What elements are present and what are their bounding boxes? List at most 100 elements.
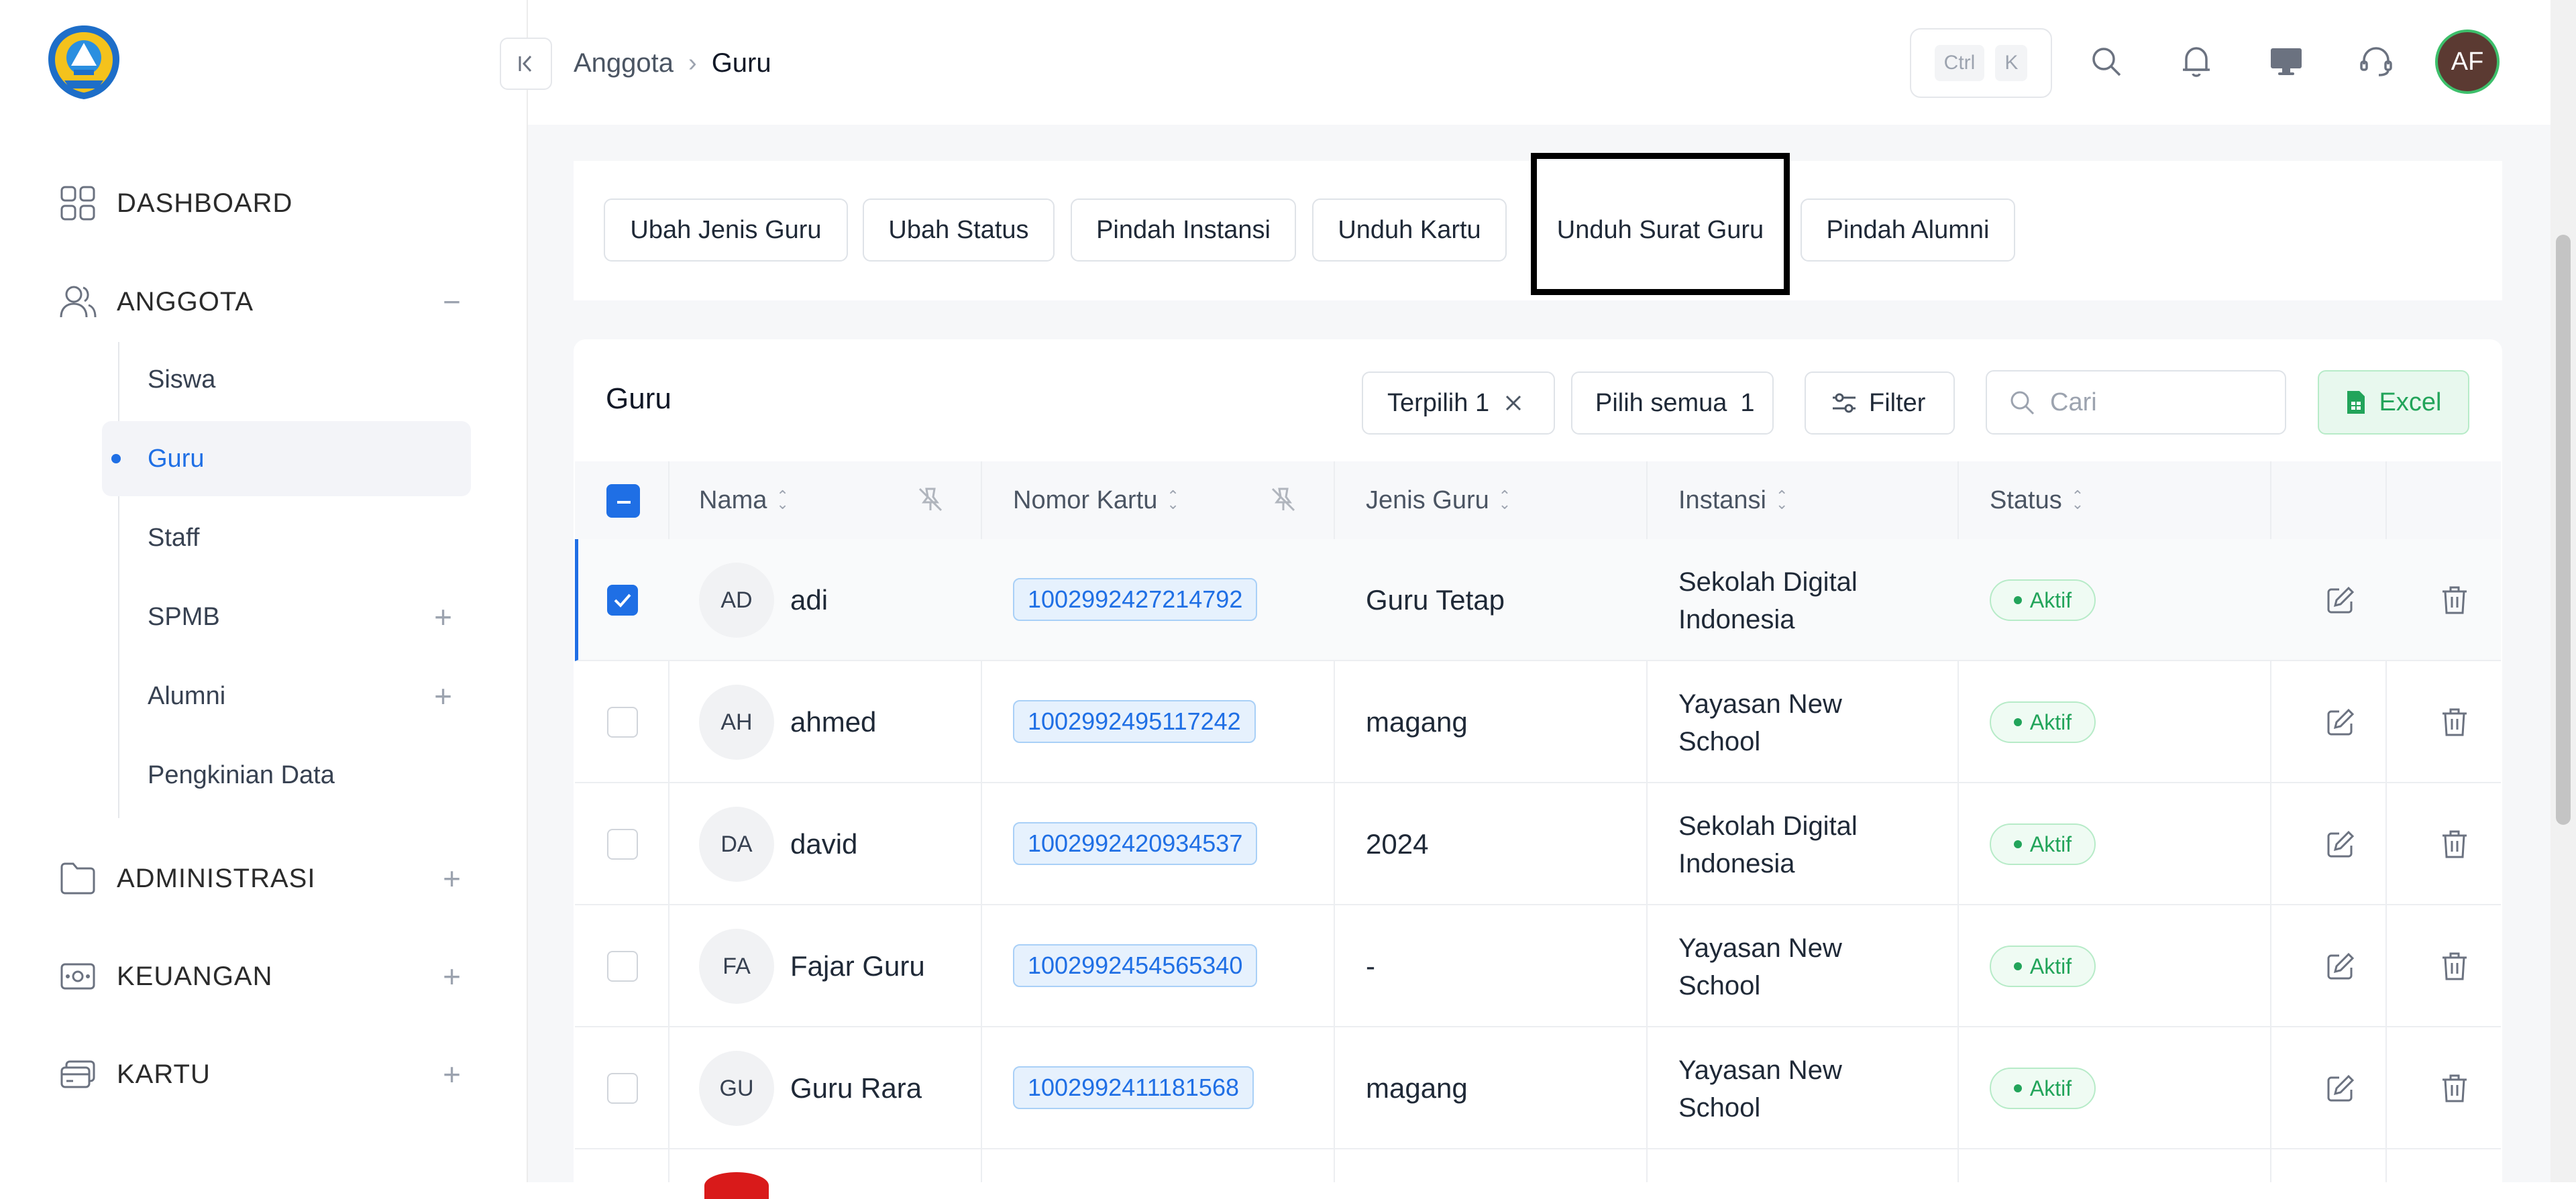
ubah-jenis-guru-button[interactable]: Ubah Jenis Guru	[604, 198, 848, 262]
nav-label: KEUANGAN	[117, 961, 273, 991]
unpin-icon[interactable]	[912, 481, 949, 518]
institution-line: Indonesia	[1678, 849, 1795, 878]
nav-keuangan[interactable]: KEUANGAN +	[59, 950, 462, 1003]
search-icon[interactable]	[2085, 40, 2128, 83]
sidebar-item-spmb[interactable]: SPMB +	[102, 579, 471, 654]
trash-icon[interactable]	[2436, 704, 2473, 740]
institution-line: Yayasan New	[1678, 689, 1842, 719]
active-dot	[111, 454, 121, 463]
teacher-type: magang	[1366, 1072, 1468, 1104]
table-header	[575, 461, 2501, 539]
teacher-type: magang	[1366, 706, 1468, 738]
table-row[interactable]	[575, 539, 2501, 661]
sort-icon[interactable]: ⌃ ⌄	[1776, 489, 1788, 512]
select-all-count: 1	[1740, 388, 1755, 417]
status-dot	[2013, 596, 2022, 604]
card-number[interactable]: 1002992427214792	[1013, 578, 1258, 621]
ubah-status-button[interactable]: Ubah Status	[863, 198, 1055, 262]
table-title: Guru	[606, 382, 672, 415]
sort-icon[interactable]: ⌃ ⌄	[1499, 489, 1511, 512]
institution: Yayasan New School	[1678, 929, 1900, 1005]
sidebar-collapse-button[interactable]	[500, 38, 552, 90]
monitor-icon[interactable]	[2265, 40, 2308, 83]
card-number[interactable]: 1002992420934537	[1013, 822, 1258, 865]
edit-icon[interactable]	[2322, 948, 2359, 984]
table-search-input[interactable]: Cari	[1986, 370, 2286, 435]
nav-label: KARTU	[117, 1059, 211, 1089]
select-all-button[interactable]: Pilih semua 1	[1571, 372, 1774, 435]
search-placeholder: Cari	[2050, 388, 2097, 416]
teacher-type: -	[1366, 950, 1375, 982]
excel-export-button[interactable]: Excel	[2318, 370, 2469, 435]
expand-toggle[interactable]: +	[443, 1056, 462, 1092]
unduh-kartu-button[interactable]: Unduh Kartu	[1312, 198, 1507, 262]
row-checkbox[interactable]	[607, 707, 638, 738]
trash-icon[interactable]	[2436, 1070, 2473, 1106]
expand-toggle[interactable]: +	[434, 599, 452, 635]
column-nomor-kartu[interactable]: Nomor Kartu ⌃ ⌄	[1013, 461, 1179, 539]
trash-icon[interactable]	[2436, 582, 2473, 618]
sidebar-item-siswa[interactable]: Siswa	[102, 342, 471, 417]
pindah-alumni-button[interactable]: Pindah Alumni	[1801, 198, 2015, 262]
sidebar-item-alumni[interactable]: Alumni +	[102, 659, 471, 734]
trash-icon[interactable]	[2436, 826, 2473, 862]
column-status[interactable]: Status ⌃ ⌄	[1990, 461, 2084, 539]
edit-icon[interactable]	[2322, 1070, 2359, 1106]
row-checkbox[interactable]	[607, 585, 638, 616]
nav-kartu[interactable]: KARTU +	[59, 1047, 462, 1101]
close-icon[interactable]	[1504, 394, 1523, 412]
filter-label: Filter	[1869, 388, 1926, 417]
edit-icon[interactable]	[2322, 826, 2359, 862]
nav-administrasi[interactable]: ADMINISTRASI +	[59, 852, 462, 905]
sidebar-item-pengkinian-data[interactable]: Pengkinian Data	[102, 738, 471, 813]
status-label: Aktif	[2029, 709, 2072, 734]
sidebar-item-guru[interactable]: Guru	[102, 421, 471, 496]
expand-toggle[interactable]: +	[434, 678, 452, 714]
collapse-toggle[interactable]: −	[443, 284, 462, 320]
card-number[interactable]: 1002992411181568	[1013, 1066, 1254, 1109]
sort-icon[interactable]: ⌃ ⌄	[1167, 489, 1179, 512]
institution: Yayasan New School	[1678, 685, 1900, 760]
column-jenis-guru[interactable]: Jenis Guru ⌃ ⌄	[1366, 461, 1511, 539]
edit-icon[interactable]	[2322, 704, 2359, 740]
bell-icon[interactable]	[2175, 40, 2218, 83]
sort-icon[interactable]: ⌃ ⌄	[776, 489, 788, 512]
sidebar-item-staff[interactable]: Staff	[102, 500, 471, 575]
trash-icon[interactable]	[2436, 948, 2473, 984]
column-instansi[interactable]: Instansi ⌃ ⌄	[1678, 461, 1788, 539]
sub-label: Alumni	[148, 681, 226, 710]
selected-count-chip[interactable]: Terpilih 1	[1362, 372, 1555, 435]
expand-toggle[interactable]: +	[443, 958, 462, 994]
row-checkbox[interactable]	[607, 1073, 638, 1104]
expand-toggle[interactable]: +	[443, 860, 462, 897]
support-headset-icon[interactable]	[2355, 40, 2398, 83]
unpin-icon[interactable]	[1265, 481, 1301, 518]
sort-icon[interactable]: ⌃ ⌄	[2072, 489, 2084, 512]
nav-anggota[interactable]: ANGGOTA −	[59, 275, 462, 329]
status-dot	[2013, 840, 2022, 848]
nav-dashboard[interactable]: DASHBOARD	[59, 176, 462, 230]
filter-button[interactable]: Filter	[1805, 372, 1955, 435]
table-row[interactable]	[575, 783, 2501, 905]
status-label: Aktif	[2029, 1076, 2072, 1100]
column-nama[interactable]: Nama ⌃ ⌄	[699, 461, 789, 539]
select-all-checkbox[interactable]	[606, 484, 640, 518]
teacher-name: Guru Rara	[790, 1072, 922, 1104]
column-label: Instansi	[1678, 486, 1766, 514]
status-badge: Aktif	[1990, 946, 2096, 987]
pindah-instansi-button[interactable]: Pindah Instansi	[1071, 198, 1296, 262]
user-avatar[interactable]: AF	[2435, 30, 2500, 94]
card-number[interactable]: 1002992454565340	[1013, 944, 1258, 987]
card-number[interactable]: 1002992495117242	[1013, 700, 1256, 743]
breadcrumb-anggota[interactable]: Anggota	[574, 48, 674, 78]
institution: Sekolah Digital Indonesia	[1678, 807, 1900, 882]
status-badge: Aktif	[1990, 579, 2096, 621]
row-checkbox[interactable]	[607, 829, 638, 860]
edit-icon[interactable]	[2322, 582, 2359, 618]
sub-label: Staff	[148, 523, 200, 552]
teacher-type: 2024	[1366, 828, 1429, 860]
command-search-shortcut[interactable]: Ctrl K	[1910, 28, 2052, 98]
row-checkbox[interactable]	[607, 951, 638, 982]
nav-label: DASHBOARD	[117, 188, 293, 218]
scrollbar-thumb[interactable]	[2556, 235, 2571, 825]
